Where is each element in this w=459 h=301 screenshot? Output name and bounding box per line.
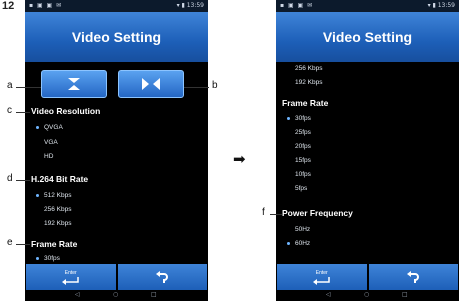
step-number: 12 (2, 0, 15, 12)
status-icons-right: ▾ ▮ 13:59 (176, 2, 204, 9)
title-bar: Video Setting (25, 12, 208, 62)
nav-back-icon[interactable]: ◁ (75, 291, 80, 298)
option-15fps[interactable]: 15fps (295, 157, 311, 164)
option-qvga[interactable]: QVGA (44, 124, 63, 131)
selected-dot (36, 257, 39, 260)
callout-e: e (7, 237, 13, 248)
flip-vertical-button[interactable] (41, 70, 107, 98)
callout-d: d (7, 173, 13, 184)
left-screen: ▪ ▣ ▣ ✉ ▾ ▮ 13:59 Video Setting Video Re… (25, 0, 208, 301)
back-arrow-icon (407, 271, 420, 283)
status-icons-right: ▾ ▮ 13:59 (427, 2, 455, 9)
callout-f: f (262, 207, 265, 218)
status-bar: ▪ ▣ ▣ ✉ ▾ ▮ 13:59 (25, 0, 208, 12)
flip-horizontal-icon (142, 78, 160, 90)
enter-button[interactable]: Enter (26, 264, 116, 290)
option-hd[interactable]: HD (44, 153, 53, 160)
option-10fps[interactable]: 10fps (295, 171, 311, 178)
callout-line-f (270, 214, 282, 215)
right-screen: ▪ ▣ ▣ ✉ ▾ ▮ 13:59 Video Setting 256 Kbps… (276, 0, 459, 301)
title-bar: Video Setting (276, 12, 459, 62)
section-frame-rate: Frame Rate (282, 98, 329, 108)
page-title: Video Setting (322, 29, 413, 45)
nav-recent-icon[interactable]: □ (402, 291, 408, 298)
nav-back-icon[interactable]: ◁ (326, 291, 331, 298)
bottom-bar: Enter (25, 264, 208, 290)
option-512kbps[interactable]: 512 Kbps (44, 192, 71, 199)
section-video-resolution: Video Resolution (31, 106, 101, 116)
callout-line-c (16, 112, 30, 113)
nav-home-icon[interactable]: ○ (113, 291, 118, 298)
nav-recent-icon[interactable]: □ (151, 291, 157, 298)
section-frame-rate: Frame Rate (31, 239, 78, 249)
enter-button[interactable]: Enter (277, 264, 367, 290)
nav-home-icon[interactable]: ○ (364, 291, 369, 298)
option-256kbps[interactable]: 256 Kbps (44, 206, 71, 213)
back-arrow-icon (156, 271, 169, 283)
callout-line-e (16, 244, 30, 245)
callout-line-b (184, 87, 209, 88)
nav-bar: ◁ ○ □ (25, 290, 208, 301)
option-5fps[interactable]: 5fps (295, 185, 307, 192)
enter-icon (61, 276, 79, 285)
page-title: Video Setting (71, 29, 162, 45)
section-power-frequency: Power Frequency (282, 208, 353, 218)
option-20fps[interactable]: 20fps (295, 143, 311, 150)
option-192kbps[interactable]: 192 Kbps (44, 220, 71, 227)
bottom-bar: Enter (276, 264, 459, 290)
callout-line-a (16, 87, 41, 88)
flip-horizontal-button[interactable] (118, 70, 184, 98)
option-25fps[interactable]: 25fps (295, 129, 311, 136)
flip-vertical-icon (68, 78, 80, 90)
option-256kbps[interactable]: 256 Kbps (295, 65, 322, 72)
next-arrow-icon: ➡ (233, 150, 246, 168)
option-30fps[interactable]: 30fps (295, 115, 311, 122)
callout-line-d (16, 180, 30, 181)
status-icons-left: ▪ ▣ ▣ ✉ (280, 2, 314, 9)
selected-dot (287, 242, 290, 245)
option-60hz[interactable]: 60Hz (295, 240, 310, 247)
option-192kbps[interactable]: 192 Kbps (295, 79, 322, 86)
status-bar: ▪ ▣ ▣ ✉ ▾ ▮ 13:59 (276, 0, 459, 12)
option-30fps[interactable]: 30fps (44, 255, 60, 262)
selected-dot (36, 194, 39, 197)
back-button[interactable] (368, 264, 458, 290)
enter-icon (312, 276, 330, 285)
option-vga[interactable]: VGA (44, 139, 58, 146)
selected-dot (36, 126, 39, 129)
section-h264-bit-rate: H.264 Bit Rate (31, 174, 89, 184)
callout-a: a (7, 80, 13, 91)
callout-c: c (7, 105, 12, 116)
back-button[interactable] (117, 264, 207, 290)
nav-bar: ◁ ○ □ (276, 290, 459, 301)
callout-b: b (212, 80, 218, 91)
selected-dot (287, 117, 290, 120)
status-icons-left: ▪ ▣ ▣ ✉ (29, 2, 63, 9)
option-50hz[interactable]: 50Hz (295, 226, 310, 233)
